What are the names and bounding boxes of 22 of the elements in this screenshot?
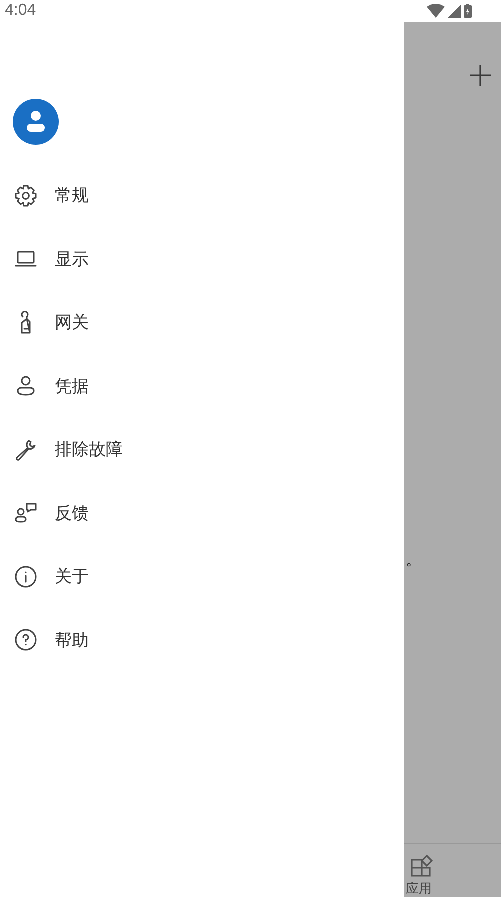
menu-item[interactable]: 排除故障 — [0, 418, 404, 482]
apps-icon — [410, 854, 434, 878]
add-icon[interactable] — [470, 65, 491, 86]
help-icon — [14, 628, 38, 652]
info-icon — [14, 564, 38, 589]
avatar-icon[interactable] — [13, 99, 59, 145]
wifi-icon — [427, 4, 445, 18]
wrench-icon — [14, 438, 38, 462]
menu-item[interactable]: 关于 — [0, 545, 404, 608]
menu-item[interactable]: 帮助 — [0, 608, 404, 672]
menu-item[interactable]: 反馈 — [0, 482, 404, 545]
nav-tab[interactable]: 应用 — [406, 854, 434, 895]
signal-icon — [448, 4, 461, 18]
battery-icon — [464, 4, 472, 18]
status-time: 4:04 — [5, 3, 36, 19]
menu-item[interactable]: 网关 — [0, 291, 404, 354]
menu-item[interactable]: 常规 — [0, 164, 404, 228]
text-fragment: 。 — [406, 551, 421, 571]
person-speech-icon — [14, 501, 38, 526]
menu-item[interactable]: 凭据 — [0, 354, 404, 418]
gear-icon — [14, 184, 38, 208]
menu-item[interactable]: 显示 — [0, 228, 404, 291]
